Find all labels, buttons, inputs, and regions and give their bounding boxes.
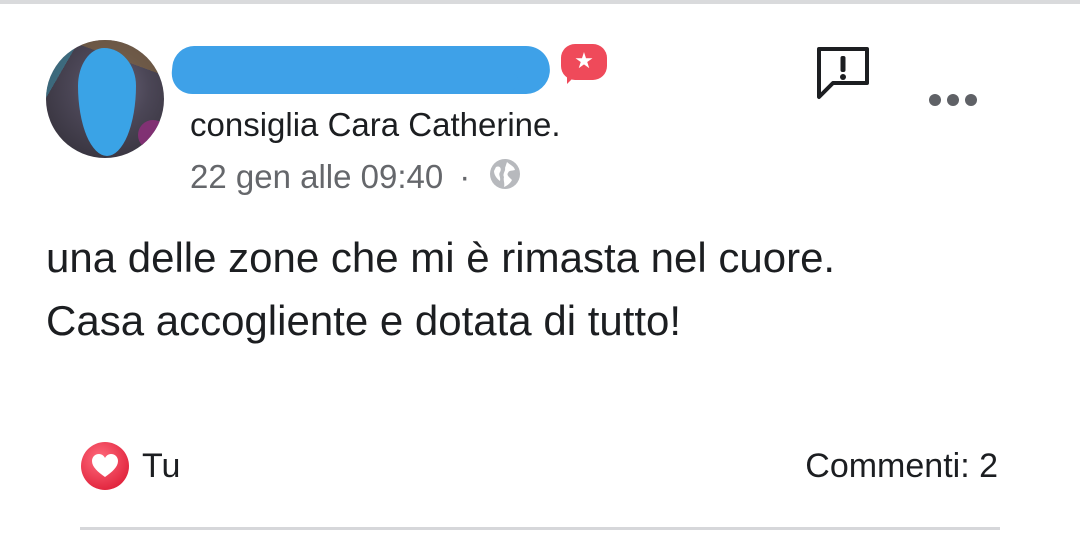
bottom-divider [80, 527, 1000, 530]
meta-separator: · [459, 158, 471, 195]
recommended-page-link[interactable]: Cara Catherine. [328, 106, 561, 143]
report-exclamation-icon[interactable] [814, 44, 872, 102]
reactions-summary[interactable]: Tu [80, 441, 180, 491]
comments-count-link[interactable]: Commenti: 2 [805, 444, 998, 488]
avatar[interactable] [46, 40, 164, 158]
globe-icon [488, 157, 522, 202]
post-body-line: Casa accogliente e dotata di tutto! [46, 297, 682, 344]
recommendation-line: consiglia Cara Catherine. [190, 103, 561, 147]
more-options-icon[interactable] [925, 90, 981, 110]
post-body: una delle zone che mi è rimasta nel cuor… [46, 226, 1046, 352]
author-name-redaction[interactable] [169, 46, 553, 94]
post-meta: 22 gen alle 09:40 · [190, 155, 522, 202]
post-timestamp[interactable]: 22 gen alle 09:40 [190, 158, 443, 195]
avatar-frame-badge [138, 120, 164, 150]
post-body-line: una delle zone che mi è rimasta nel cuor… [46, 234, 836, 281]
star-speech-bubble-icon: ★ [561, 44, 607, 88]
recommendation-post: ★ consiglia Cara Catherine. 22 gen alle … [0, 0, 1080, 543]
heart-reaction-icon [80, 441, 130, 491]
reactors-label: Tu [142, 446, 181, 485]
recommendation-verb: consiglia [190, 106, 319, 143]
